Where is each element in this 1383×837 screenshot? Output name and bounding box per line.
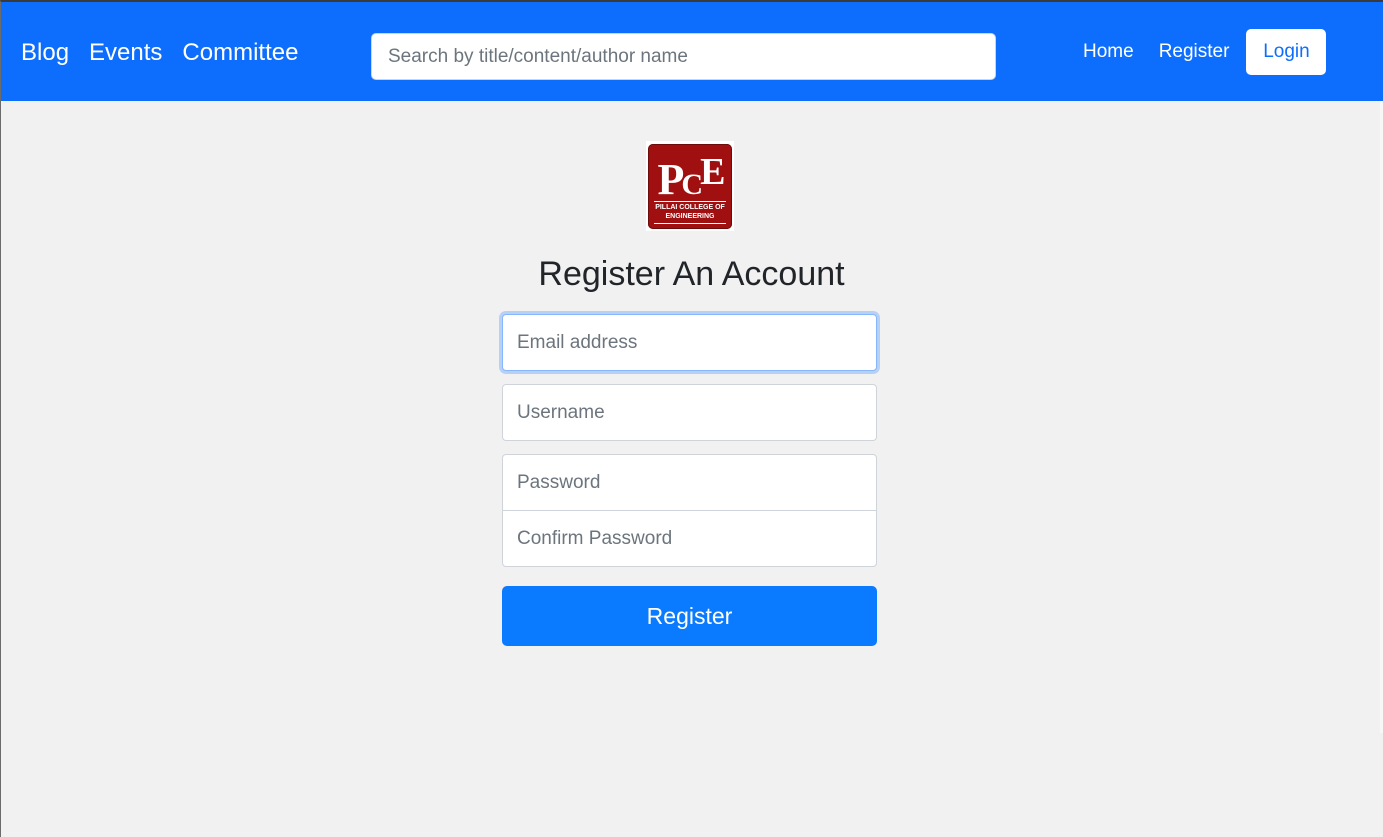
logo-letter-c: C [681, 167, 703, 201]
top-navbar: Blog Events Committee Home Register Logi… [1, 2, 1383, 101]
logo-rule-bottom [654, 222, 726, 224]
register-submit-button[interactable]: Register [502, 586, 877, 646]
search-input[interactable] [371, 33, 996, 80]
login-button[interactable]: Login [1246, 29, 1327, 75]
nav-link-committee[interactable]: Committee [182, 38, 298, 68]
college-logo: PCE PILLAI COLLEGE OF ENGINEERING [646, 141, 734, 231]
username-field[interactable] [502, 384, 877, 441]
college-logo-badge: PCE PILLAI COLLEGE OF ENGINEERING [648, 143, 732, 229]
nav-link-blog[interactable]: Blog [21, 38, 69, 68]
password-field[interactable] [502, 454, 877, 511]
nav-link-register[interactable]: Register [1159, 41, 1230, 63]
nav-link-home[interactable]: Home [1083, 41, 1134, 63]
logo-letter-e: E [700, 150, 725, 193]
email-field[interactable] [502, 314, 877, 371]
primary-nav: Blog Events Committee [21, 38, 298, 68]
confirm-password-field[interactable] [502, 510, 877, 567]
account-nav: Home Register Login [1083, 29, 1327, 75]
logo-letter-p: P [657, 154, 685, 204]
nav-link-events[interactable]: Events [89, 38, 162, 68]
logo-rule-top [654, 200, 726, 202]
logo-subtitle: PILLAI COLLEGE OF ENGINEERING [655, 203, 725, 220]
page-title: Register An Account [538, 255, 845, 293]
